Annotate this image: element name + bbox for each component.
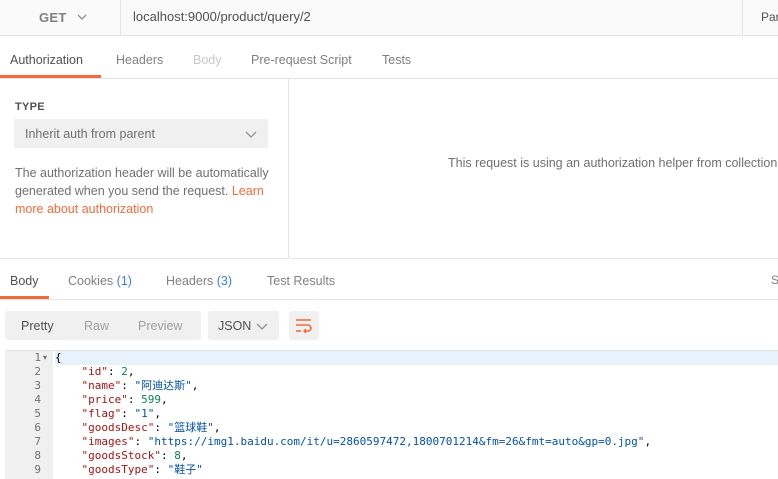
json-key: "price" — [81, 393, 128, 406]
json-key: "images" — [81, 435, 135, 448]
active-tab-indicator — [0, 75, 101, 78]
cookies-count: (1) — [116, 274, 132, 288]
cookies-label: Cookies — [68, 274, 114, 288]
chevron-down-icon — [256, 323, 268, 330]
line-number-gutter: 1 ▾ 2 3 4 5 6 7 8 9 — [5, 351, 53, 479]
auth-description: The authorization header will be automat… — [15, 164, 277, 218]
preview-button[interactable]: Preview — [138, 319, 182, 333]
method-label: GET — [39, 10, 67, 25]
response-status-label: S — [771, 273, 778, 287]
tab-body[interactable]: Body — [193, 53, 222, 67]
json-value: 8 — [174, 449, 181, 462]
line-number: 5 — [34, 407, 41, 420]
auth-type-panel: TYPE Inherit auth from parent The author… — [0, 79, 289, 259]
json-value: "1" — [134, 407, 155, 420]
auth-description-text: The authorization header will be automat… — [15, 166, 269, 198]
json-value: 2 — [121, 365, 128, 378]
code-line: "price": 599, — [81, 393, 168, 406]
code-line: "id": 2, — [81, 365, 135, 378]
line-number: 3 — [34, 379, 41, 392]
code-line: "images": "https://img1.baidu.com/it/u=2… — [81, 435, 652, 448]
tab-headers[interactable]: Headers — [116, 53, 163, 67]
headers-count: (3) — [216, 274, 233, 288]
json-key: "name" — [81, 379, 122, 392]
json-key: "goodsType" — [81, 463, 155, 476]
tab-tests[interactable]: Tests — [382, 53, 411, 67]
json-value: "鞋子" — [167, 463, 203, 476]
auth-type-select[interactable]: Inherit auth from parent — [14, 119, 268, 148]
auth-type-value: Inherit auth from parent — [25, 127, 155, 141]
response-headers-label: Headers — [166, 274, 214, 288]
chevron-down-icon — [77, 14, 87, 20]
line-number: 1 — [34, 351, 41, 364]
auth-type-label: TYPE — [15, 101, 45, 113]
line-number: 2 — [34, 365, 41, 378]
line-number: 9 — [34, 463, 41, 476]
url-text: localhost:9000/product/query/2 — [133, 9, 311, 24]
chevron-down-icon — [245, 131, 257, 138]
code-line: "goodsType": "鞋子" — [81, 463, 203, 476]
response-tabs: Body Cookies (1) Headers (3) Test Result… — [0, 259, 778, 300]
code-line: { — [55, 351, 778, 365]
json-value: "篮球鞋" — [167, 421, 214, 434]
json-key: "id" — [81, 365, 109, 378]
tab-response-body[interactable]: Body — [10, 274, 39, 288]
request-bar: GET localhost:9000/product/query/2 Par — [0, 0, 778, 36]
code-area: { "id": 2, "name": "阿迪达斯", "price": 599,… — [55, 351, 778, 479]
json-key: "flag" — [81, 407, 122, 420]
fold-arrow-icon[interactable]: ▾ — [43, 351, 51, 365]
json-value: "阿迪达斯" — [134, 379, 192, 392]
params-button[interactable]: Par — [742, 0, 778, 35]
format-value: JSON — [218, 319, 252, 333]
request-tabs: Authorization Headers Body Pre-request S… — [0, 44, 778, 79]
method-select[interactable]: GET — [0, 0, 121, 35]
json-key: "goodsDesc" — [81, 421, 155, 434]
json-value: 599 — [141, 393, 161, 406]
code-line: "goodsStock": 8, — [81, 449, 188, 462]
code-line: "goodsDesc": "篮球鞋", — [81, 421, 221, 434]
wrap-lines-icon — [296, 319, 312, 334]
auth-helper-text: This request is using an authorization h… — [448, 156, 778, 170]
code-line: "name": "阿迪达斯", — [81, 379, 199, 392]
tab-authorization[interactable]: Authorization — [10, 53, 83, 67]
json-key: "goodsStock" — [81, 449, 161, 462]
code-line: "flag": "1", — [81, 407, 162, 420]
tab-cookies[interactable]: Cookies (1) — [68, 274, 132, 288]
params-label: Par — [761, 10, 778, 24]
line-number: 6 — [34, 421, 41, 434]
auth-helper-panel: This request is using an authorization h… — [290, 79, 778, 259]
pretty-button[interactable]: Pretty — [21, 319, 54, 333]
json-value: "https://img1.baidu.com/it/u=2860597472,… — [147, 435, 645, 448]
tab-response-headers[interactable]: Headers (3) — [166, 274, 232, 288]
raw-button[interactable]: Raw — [84, 319, 109, 333]
active-response-tab-indicator — [0, 296, 49, 299]
url-input[interactable]: localhost:9000/product/query/2 — [121, 0, 742, 35]
format-select[interactable]: JSON — [208, 311, 279, 340]
line-number: 7 — [34, 435, 41, 448]
response-body-editor[interactable]: 1 ▾ 2 3 4 5 6 7 8 9 { "id": 2, "name": "阿迪达斯", "p… — [5, 350, 778, 479]
tab-pre-request-script[interactable]: Pre-request Script — [251, 53, 352, 67]
wrap-lines-button[interactable] — [289, 311, 319, 340]
view-mode-group: Pretty Raw Preview — [5, 311, 201, 340]
tab-test-results[interactable]: Test Results — [267, 274, 335, 288]
line-number: 4 — [34, 393, 41, 406]
line-number: 8 — [34, 449, 41, 462]
